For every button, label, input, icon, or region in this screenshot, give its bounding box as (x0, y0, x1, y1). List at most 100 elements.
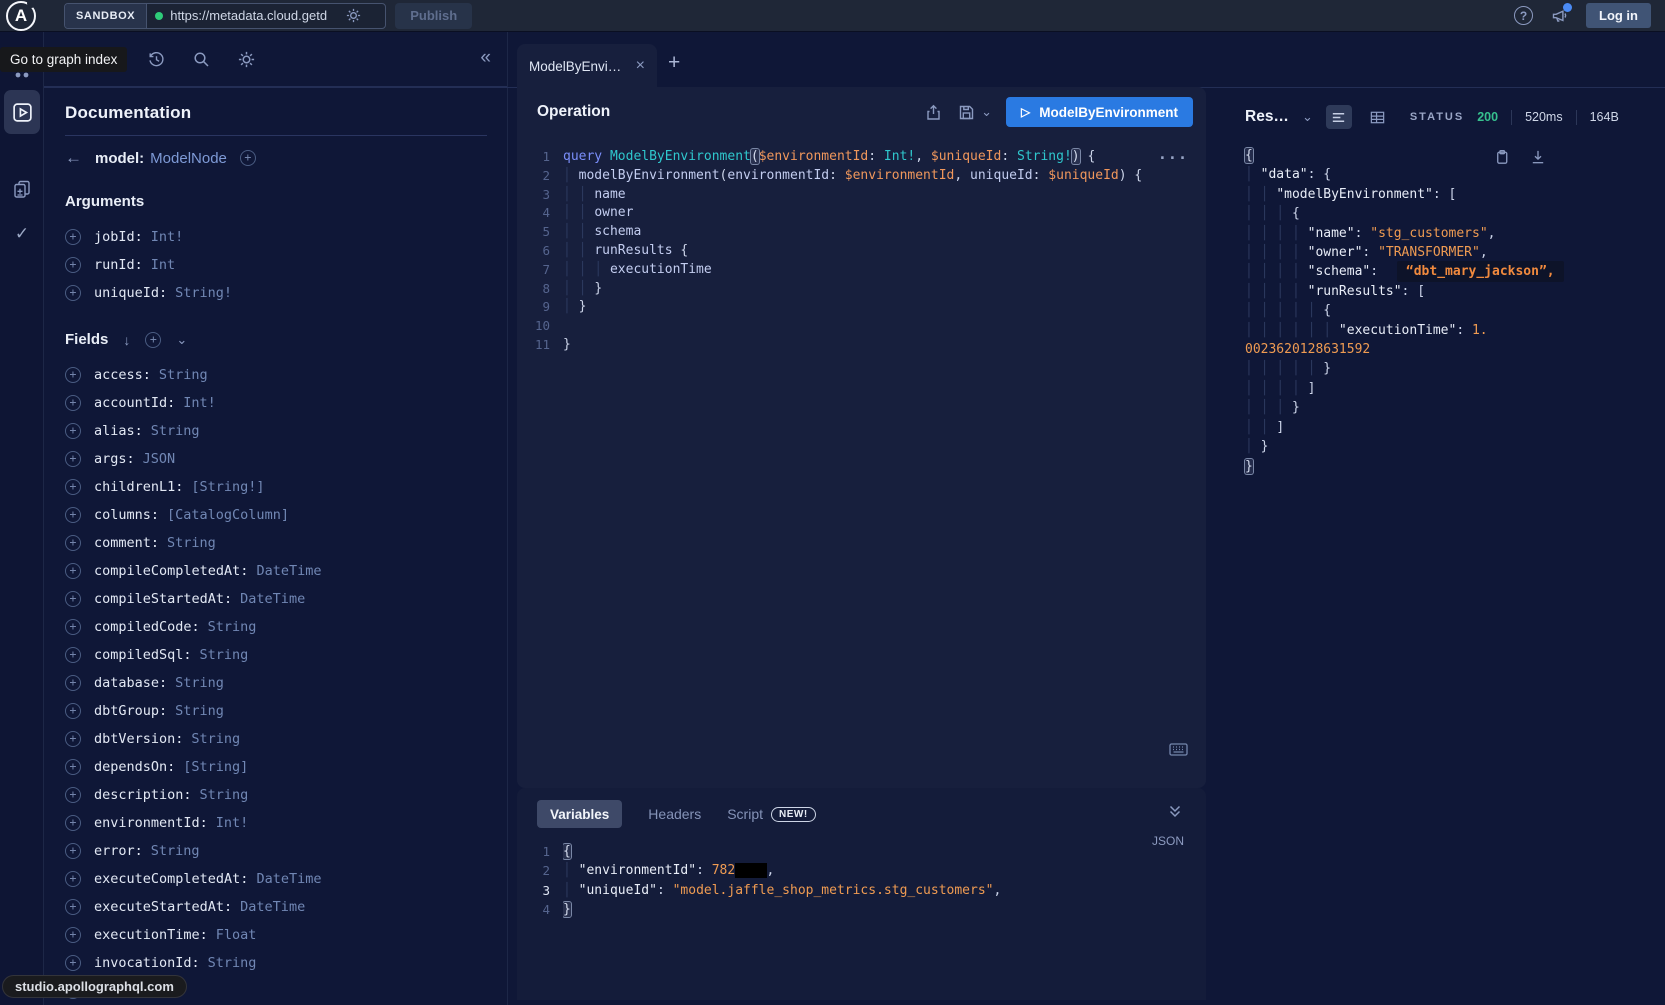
add-field-icon[interactable]: + (65, 955, 81, 971)
add-field-icon[interactable]: + (65, 507, 81, 523)
tree-view-toggle[interactable] (1326, 105, 1352, 129)
sidebar-item-checks[interactable]: ✓ (0, 224, 44, 244)
field-row[interactable]: +access:String (65, 361, 487, 389)
field-row[interactable]: +columns:[CatalogColumn] (65, 501, 487, 529)
collapse-panel-icon[interactable]: « (480, 48, 491, 67)
add-field-icon[interactable]: + (65, 759, 81, 775)
field-row[interactable]: +compileCompletedAt:DateTime (65, 557, 487, 585)
field-row[interactable]: +dbtGroup:String (65, 697, 487, 725)
run-operation-button[interactable]: ▷ ModelByEnvironment (1006, 97, 1193, 127)
add-field-icon[interactable]: + (65, 479, 81, 495)
add-field-icon[interactable]: + (65, 675, 81, 691)
operation-panel: Operation ⌄ ▷ ModelByEnvironment 1234567… (517, 87, 1206, 788)
new-tab-icon[interactable]: + (668, 52, 680, 73)
announcements-megaphone-icon[interactable] (1550, 6, 1569, 25)
sidebar-item-operation-collections[interactable] (0, 178, 44, 200)
add-field-icon[interactable]: + (65, 367, 81, 383)
close-tab-icon[interactable]: × (636, 58, 645, 74)
add-field-icon[interactable]: + (65, 647, 81, 663)
add-field-icon[interactable]: + (65, 927, 81, 943)
graphql-editor[interactable]: 1234567891011 query ModelByEnvironment($… (517, 137, 1206, 788)
field-row[interactable]: +childrenL1:[String!] (65, 473, 487, 501)
response-options-chevron-icon[interactable]: ⌄ (1302, 113, 1313, 121)
add-field-icon[interactable]: + (65, 535, 81, 551)
endpoint-url-input[interactable]: https://metadata.cloud.getd (170, 8, 338, 23)
history-icon[interactable] (147, 50, 166, 69)
add-field-icon[interactable]: + (65, 395, 81, 411)
field-row[interactable]: +compiledSql:String (65, 641, 487, 669)
field-row[interactable]: +invocationId:String (65, 949, 487, 977)
copy-response-icon[interactable] (1493, 148, 1511, 166)
tooltip-go-to-graph-index: Go to graph index (0, 47, 127, 72)
login-button[interactable]: Log in (1586, 3, 1651, 28)
add-field-icon[interactable]: + (65, 703, 81, 719)
field-type: Int! (151, 229, 184, 245)
add-field-icon[interactable]: + (65, 815, 81, 831)
save-options-chevron-icon[interactable]: ⌄ (981, 108, 992, 116)
save-icon[interactable] (957, 103, 976, 122)
add-field-icon[interactable]: + (65, 423, 81, 439)
add-field-icon[interactable]: + (65, 619, 81, 635)
search-icon[interactable] (192, 50, 211, 69)
sidebar-item-explorer[interactable] (4, 90, 40, 134)
add-model-icon[interactable]: + (240, 150, 256, 166)
doc-panel-title: Documentation (65, 103, 487, 123)
add-field-icon[interactable]: + (65, 591, 81, 607)
field-row[interactable]: +accountId:Int! (65, 389, 487, 417)
add-field-icon[interactable]: + (65, 451, 81, 467)
operation-tab[interactable]: ModelByEnvi… × (517, 44, 657, 88)
publish-button[interactable]: Publish (395, 3, 472, 29)
field-type: String! (175, 285, 232, 301)
collapse-variables-icon[interactable] (1166, 802, 1184, 820)
argument-row[interactable]: +uniqueId:String! (65, 279, 487, 307)
add-field-icon[interactable]: + (65, 731, 81, 747)
field-row[interactable]: +executeCompletedAt:DateTime (65, 865, 487, 893)
editor-more-menu-icon[interactable]: ··· (1158, 149, 1188, 167)
endpoint-settings-gear-icon[interactable] (345, 7, 362, 24)
variables-json-text[interactable]: {│ "environmentId": 782 ,│ "uniqueId": "… (563, 840, 1206, 1000)
field-row[interactable]: +description:String (65, 781, 487, 809)
fields-options-chevron-icon[interactable]: ⌄ (176, 336, 187, 344)
keyboard-shortcuts-icon[interactable] (1169, 743, 1188, 756)
variables-editor[interactable]: 1234 {│ "environmentId": 782 ,│ "uniqueI… (517, 840, 1206, 1000)
add-field-icon[interactable]: + (65, 843, 81, 859)
field-row[interactable]: +dependsOn:[String] (65, 753, 487, 781)
tab-headers[interactable]: Headers (648, 806, 701, 822)
share-icon[interactable] (924, 103, 943, 122)
add-field-icon[interactable]: + (65, 871, 81, 887)
download-response-icon[interactable] (1529, 148, 1547, 166)
settings-gear-icon[interactable] (237, 50, 256, 69)
field-row[interactable]: +args:JSON (65, 445, 487, 473)
code-line: │ │ │ { (1245, 204, 1655, 223)
argument-row[interactable]: +runId:Int (65, 251, 487, 279)
doc-model-type-link[interactable]: ModelNode (150, 150, 227, 167)
field-row[interactable]: +comment:String (65, 529, 487, 557)
field-name: description: (94, 787, 192, 803)
field-row[interactable]: +environmentId:Int! (65, 809, 487, 837)
tab-script[interactable]: Script (727, 806, 763, 822)
field-row[interactable]: +executeStartedAt:DateTime (65, 893, 487, 921)
sort-fields-icon[interactable]: ↓ (123, 332, 130, 348)
endpoint-url-bar[interactable]: SANDBOX https://metadata.cloud.getd (64, 3, 386, 29)
add-field-icon[interactable]: + (65, 229, 81, 245)
field-row[interactable]: +error:String (65, 837, 487, 865)
add-field-icon[interactable]: + (65, 257, 81, 273)
argument-row[interactable]: +jobId:Int! (65, 223, 487, 251)
field-row[interactable]: +dbtVersion:String (65, 725, 487, 753)
tab-variables[interactable]: Variables (537, 800, 622, 828)
field-row[interactable]: +database:String (65, 669, 487, 697)
table-view-toggle[interactable] (1365, 105, 1391, 129)
add-all-fields-icon[interactable]: + (145, 332, 161, 348)
add-field-icon[interactable]: + (65, 563, 81, 579)
add-field-icon[interactable]: + (65, 899, 81, 915)
add-field-icon[interactable]: + (65, 285, 81, 301)
back-arrow-icon[interactable]: ← (65, 148, 82, 168)
apollo-logo-icon[interactable]: A (6, 1, 36, 31)
field-row[interactable]: +compileStartedAt:DateTime (65, 585, 487, 613)
field-row[interactable]: +executionTime:Float (65, 921, 487, 949)
help-icon[interactable]: ? (1514, 6, 1533, 25)
graphql-query-text[interactable]: query ModelByEnvironment($environmentId:… (563, 137, 1206, 788)
field-row[interactable]: +compiledCode:String (65, 613, 487, 641)
field-row[interactable]: +alias:String (65, 417, 487, 445)
add-field-icon[interactable]: + (65, 787, 81, 803)
